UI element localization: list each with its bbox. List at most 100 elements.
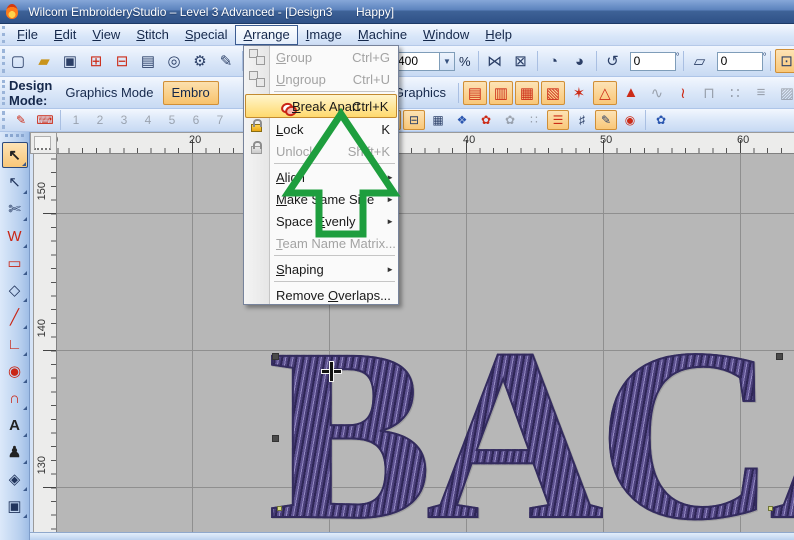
fancy-fill-button[interactable]: ▧ — [540, 80, 565, 105]
backstitch-button[interactable]: ≡ — [749, 81, 773, 105]
menuitem-make-same-size[interactable]: Make Same Size ► — [244, 188, 398, 210]
skew-degree-button[interactable]: ° — [763, 52, 767, 70]
palette-grip[interactable] — [5, 134, 24, 140]
motif-fill-button[interactable]: ▦ — [514, 80, 539, 105]
lettering-tool[interactable]: A — [2, 412, 28, 438]
menu-stitch[interactable]: Stitch — [128, 25, 177, 45]
contour-stitch-button[interactable]: △ — [592, 80, 617, 105]
hoop-layout-button[interactable]: ♯ — [571, 110, 593, 130]
overview-window-button[interactable]: ✎ — [595, 110, 617, 130]
print-design-button[interactable]: ⊟ — [110, 49, 134, 73]
keyboard-design-button[interactable]: ⌨ — [34, 110, 56, 130]
zoom-input[interactable] — [394, 51, 440, 71]
selection-handle[interactable] — [272, 353, 279, 360]
menu-special[interactable]: Special — [177, 25, 236, 45]
rotate-cw-button[interactable]: ◕ — [568, 49, 592, 73]
stitch-machine-button[interactable]: ⚙ — [188, 49, 212, 73]
rotate-ccw-button[interactable]: ◔ — [542, 49, 566, 73]
star-fill-button[interactable]: ✶ — [567, 81, 591, 105]
embroidery-mode-button[interactable]: Embro — [162, 80, 219, 105]
monogram-tool[interactable]: ◈ — [2, 466, 28, 492]
skew-value-input[interactable] — [716, 51, 763, 71]
menuitem-align[interactable]: Align ► — [244, 166, 398, 188]
color-film-button[interactable]: ☰ — [547, 110, 569, 130]
reshape-tool[interactable]: ↖ — [2, 169, 28, 195]
toolbar1-grip[interactable] — [2, 49, 5, 73]
menuitem-team-name-matrix[interactable]: Team Name Matrix... — [244, 232, 398, 254]
menuitem-space-evenly[interactable]: Space Evenly ► — [244, 210, 398, 232]
menu-image[interactable]: Image — [298, 25, 350, 45]
border-tool[interactable]: ▣ — [2, 493, 28, 519]
open-design-button[interactable]: ▰ — [32, 49, 56, 73]
knife-tool[interactable]: ✄ — [2, 196, 28, 222]
menuitem-remove-overlaps[interactable]: Remove Overlaps... — [244, 284, 398, 306]
circle-tool[interactable]: ◉ — [2, 358, 28, 384]
menubar-grip[interactable] — [2, 26, 9, 43]
hotkey-5-button[interactable]: 5 — [161, 110, 183, 130]
team-names-tool[interactable]: ♟ — [2, 439, 28, 465]
fusion-fill-button[interactable]: ▲ — [619, 81, 643, 105]
tatami-stitch-button[interactable]: ▥ — [488, 80, 513, 105]
punch-tool-button[interactable]: ✎ — [214, 49, 238, 73]
zoom-dropdown-arrow[interactable]: ▼ — [440, 51, 455, 71]
graphics-mode-button[interactable]: Graphics Mode — [56, 81, 162, 105]
rotate-value-input[interactable] — [629, 51, 676, 71]
menu-window[interactable]: Window — [415, 25, 477, 45]
print-button[interactable]: ▤ — [136, 49, 160, 73]
lettering-list-button[interactable]: ✎ — [10, 110, 32, 130]
hotkey-1-button[interactable]: 1 — [65, 110, 87, 130]
menuitem-group[interactable]: Group Ctrl+G — [244, 46, 398, 68]
reshape-object-tool[interactable]: ◇ — [2, 277, 28, 303]
lettering-w-tool[interactable]: W — [2, 223, 28, 249]
menuitem-ungroup[interactable]: Ungroup Ctrl+U — [244, 68, 398, 90]
menu-file[interactable]: File — [9, 25, 46, 45]
horizontal-scrollbar[interactable] — [30, 532, 794, 540]
satin-stitch-button[interactable]: ▤ — [462, 80, 487, 105]
toolbar2-grip[interactable] — [2, 80, 5, 105]
menu-view[interactable]: View — [84, 25, 128, 45]
thread-colors-button[interactable]: ✿ — [475, 110, 497, 130]
menu-machine[interactable]: Machine — [350, 25, 415, 45]
show-rulers-button[interactable]: ⊟ — [403, 110, 425, 130]
ruler-origin-box[interactable] — [30, 132, 57, 154]
hotkey-4-button[interactable]: 4 — [137, 110, 159, 130]
menuitem-shaping[interactable]: Shaping ► — [244, 258, 398, 280]
hotkey-6-button[interactable]: 6 — [185, 110, 207, 130]
hotkey-3-button[interactable]: 3 — [113, 110, 135, 130]
embroidery-lettering-object[interactable]: BACA — [267, 311, 794, 532]
hotkey-2-button[interactable]: 2 — [89, 110, 111, 130]
menuitem-unlock[interactable]: Unlock Shift+K — [244, 140, 398, 162]
shape-edit-tool[interactable]: ▭ — [2, 250, 28, 276]
design-canvas[interactable]: BACA — [57, 154, 794, 532]
save-design-button[interactable]: ▣ — [58, 49, 82, 73]
line-tool[interactable]: ╱ — [2, 304, 28, 330]
mirror-vertical-button[interactable]: ⊠ — [509, 49, 533, 73]
show-hoop-button[interactable]: ⊡ — [774, 49, 794, 73]
rotate-free-button[interactable]: ↺ — [601, 49, 625, 73]
new-design-button[interactable]: ▢ — [6, 49, 30, 73]
stitch-cursor-button[interactable]: ◉ — [619, 110, 641, 130]
menuitem-lock[interactable]: Lock K — [244, 118, 398, 140]
selection-handle[interactable] — [272, 435, 279, 442]
hotkey-7-button[interactable]: 7 — [209, 110, 231, 130]
toolbar3-grip[interactable] — [2, 111, 9, 129]
print-preview-button[interactable]: ◎ — [162, 49, 186, 73]
flower-button[interactable]: ✿ — [499, 110, 521, 130]
polyline-tool[interactable]: ∟ — [2, 331, 28, 357]
menu-help[interactable]: Help — [477, 25, 520, 45]
design-properties-button[interactable]: ⊞ — [84, 49, 108, 73]
zigzag-stitch-button[interactable]: ∿ — [645, 81, 669, 105]
menuitem-break-apart[interactable]: Break Apart Ctrl+K — [244, 94, 398, 118]
motif-run-button[interactable]: ∷ — [723, 81, 747, 105]
stemstitch-button[interactable]: ▨ — [775, 81, 794, 105]
run-stitch-button[interactable]: ⊓ — [697, 81, 721, 105]
mirror-horizontal-button[interactable]: ⋈ — [483, 49, 507, 73]
select-tool[interactable]: ↖ — [1, 142, 28, 168]
bird-view-button[interactable]: ❖ — [451, 110, 473, 130]
e-stitch-button[interactable]: ≀ — [671, 81, 695, 105]
menu-edit[interactable]: Edit — [46, 25, 84, 45]
arc-tool[interactable]: ∩ — [2, 385, 28, 411]
stitch-dots-button[interactable]: ∷ — [523, 110, 545, 130]
selection-handle[interactable] — [776, 353, 783, 360]
rotate-degree-button[interactable]: ° — [676, 52, 680, 70]
